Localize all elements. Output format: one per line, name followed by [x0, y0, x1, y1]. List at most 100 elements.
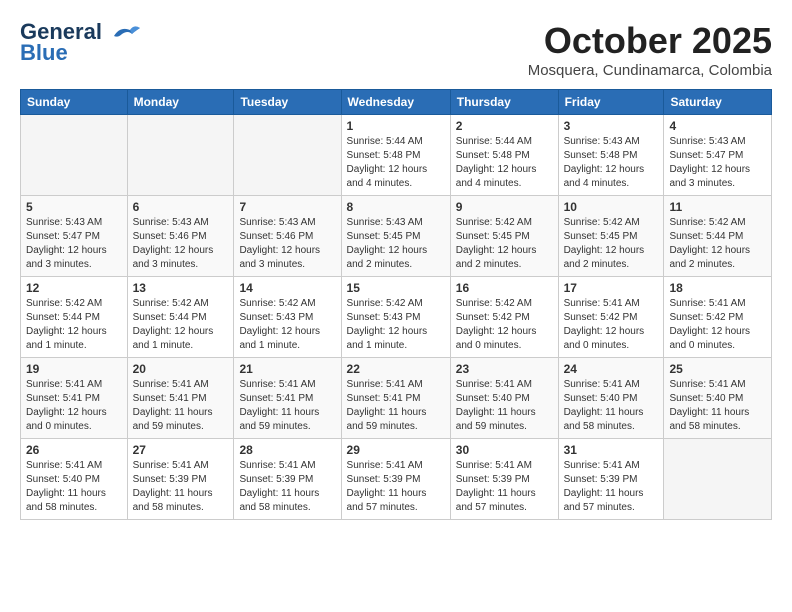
- sunset: Sunset: 5:39 PM: [347, 474, 421, 485]
- calendar-cell: 3 Sunrise: 5:43 AM Sunset: 5:48 PM Dayli…: [558, 115, 664, 196]
- day-number: 21: [239, 362, 335, 376]
- day-info: Sunrise: 5:41 AM Sunset: 5:42 PM Dayligh…: [669, 297, 766, 353]
- day-number: 26: [26, 443, 122, 457]
- day-info: Sunrise: 5:41 AM Sunset: 5:39 PM Dayligh…: [347, 459, 445, 515]
- sunset: Sunset: 5:40 PM: [456, 393, 530, 404]
- day-info: Sunrise: 5:41 AM Sunset: 5:39 PM Dayligh…: [133, 459, 229, 515]
- calendar-cell: 9 Sunrise: 5:42 AM Sunset: 5:45 PM Dayli…: [450, 196, 558, 277]
- logo: General Blue: [20, 20, 142, 66]
- day-info: Sunrise: 5:42 AM Sunset: 5:43 PM Dayligh…: [239, 297, 335, 353]
- sunrise: Sunrise: 5:43 AM: [564, 136, 640, 147]
- day-info: Sunrise: 5:41 AM Sunset: 5:40 PM Dayligh…: [456, 378, 553, 434]
- day-info: Sunrise: 5:41 AM Sunset: 5:41 PM Dayligh…: [26, 378, 122, 434]
- daylight: Daylight: 12 hours and 2 minutes.: [347, 245, 428, 270]
- day-number: 29: [347, 443, 445, 457]
- calendar-week-3: 12 Sunrise: 5:42 AM Sunset: 5:44 PM Dayl…: [21, 277, 772, 358]
- calendar-cell: 15 Sunrise: 5:42 AM Sunset: 5:43 PM Dayl…: [341, 277, 450, 358]
- day-number: 28: [239, 443, 335, 457]
- daylight: Daylight: 11 hours and 57 minutes.: [564, 488, 644, 513]
- day-number: 17: [564, 281, 659, 295]
- day-number: 5: [26, 200, 122, 214]
- day-info: Sunrise: 5:41 AM Sunset: 5:39 PM Dayligh…: [239, 459, 335, 515]
- sunrise: Sunrise: 5:41 AM: [669, 298, 745, 309]
- day-header-friday: Friday: [558, 90, 664, 115]
- sunset: Sunset: 5:46 PM: [239, 231, 313, 242]
- calendar-cell: 11 Sunrise: 5:42 AM Sunset: 5:44 PM Dayl…: [664, 196, 772, 277]
- daylight: Daylight: 11 hours and 58 minutes.: [133, 488, 213, 513]
- sunrise: Sunrise: 5:41 AM: [26, 460, 102, 471]
- sunrise: Sunrise: 5:42 AM: [669, 217, 745, 228]
- calendar-cell: 26 Sunrise: 5:41 AM Sunset: 5:40 PM Dayl…: [21, 439, 128, 520]
- day-number: 8: [347, 200, 445, 214]
- daylight: Daylight: 11 hours and 58 minutes.: [669, 407, 749, 432]
- day-number: 6: [133, 200, 229, 214]
- calendar-cell: 2 Sunrise: 5:44 AM Sunset: 5:48 PM Dayli…: [450, 115, 558, 196]
- day-number: 25: [669, 362, 766, 376]
- sunset: Sunset: 5:43 PM: [239, 312, 313, 323]
- sunset: Sunset: 5:48 PM: [347, 150, 421, 161]
- day-number: 13: [133, 281, 229, 295]
- day-header-sunday: Sunday: [21, 90, 128, 115]
- day-number: 10: [564, 200, 659, 214]
- calendar-cell: 21 Sunrise: 5:41 AM Sunset: 5:41 PM Dayl…: [234, 358, 341, 439]
- day-number: 18: [669, 281, 766, 295]
- day-number: 4: [669, 119, 766, 133]
- sunset: Sunset: 5:46 PM: [133, 231, 207, 242]
- daylight: Daylight: 12 hours and 1 minute.: [133, 326, 214, 351]
- day-info: Sunrise: 5:43 AM Sunset: 5:45 PM Dayligh…: [347, 216, 445, 272]
- daylight: Daylight: 11 hours and 57 minutes.: [456, 488, 536, 513]
- day-info: Sunrise: 5:41 AM Sunset: 5:41 PM Dayligh…: [347, 378, 445, 434]
- day-info: Sunrise: 5:41 AM Sunset: 5:40 PM Dayligh…: [564, 378, 659, 434]
- sunset: Sunset: 5:45 PM: [456, 231, 530, 242]
- sunset: Sunset: 5:40 PM: [669, 393, 743, 404]
- calendar-cell: 17 Sunrise: 5:41 AM Sunset: 5:42 PM Dayl…: [558, 277, 664, 358]
- sunrise: Sunrise: 5:41 AM: [347, 379, 423, 390]
- day-info: Sunrise: 5:42 AM Sunset: 5:43 PM Dayligh…: [347, 297, 445, 353]
- sunset: Sunset: 5:40 PM: [564, 393, 638, 404]
- calendar-cell: 14 Sunrise: 5:42 AM Sunset: 5:43 PM Dayl…: [234, 277, 341, 358]
- day-number: 7: [239, 200, 335, 214]
- sunset: Sunset: 5:41 PM: [239, 393, 313, 404]
- sunset: Sunset: 5:41 PM: [133, 393, 207, 404]
- sunrise: Sunrise: 5:44 AM: [347, 136, 423, 147]
- daylight: Daylight: 12 hours and 0 minutes.: [456, 326, 537, 351]
- daylight: Daylight: 12 hours and 4 minutes.: [456, 164, 537, 189]
- calendar-header-row: SundayMondayTuesdayWednesdayThursdayFrid…: [21, 90, 772, 115]
- sunset: Sunset: 5:43 PM: [347, 312, 421, 323]
- day-info: Sunrise: 5:41 AM Sunset: 5:41 PM Dayligh…: [239, 378, 335, 434]
- day-header-thursday: Thursday: [450, 90, 558, 115]
- sunset: Sunset: 5:40 PM: [26, 474, 100, 485]
- daylight: Daylight: 11 hours and 58 minutes.: [26, 488, 106, 513]
- daylight: Daylight: 11 hours and 59 minutes.: [133, 407, 213, 432]
- sunrise: Sunrise: 5:41 AM: [456, 379, 532, 390]
- daylight: Daylight: 12 hours and 3 minutes.: [133, 245, 214, 270]
- day-header-monday: Monday: [127, 90, 234, 115]
- sunset: Sunset: 5:48 PM: [564, 150, 638, 161]
- daylight: Daylight: 11 hours and 58 minutes.: [564, 407, 644, 432]
- day-info: Sunrise: 5:41 AM Sunset: 5:39 PM Dayligh…: [456, 459, 553, 515]
- calendar-cell: 8 Sunrise: 5:43 AM Sunset: 5:45 PM Dayli…: [341, 196, 450, 277]
- daylight: Daylight: 12 hours and 3 minutes.: [669, 164, 750, 189]
- month-title: October 2025: [528, 20, 772, 62]
- sunset: Sunset: 5:44 PM: [26, 312, 100, 323]
- day-number: 22: [347, 362, 445, 376]
- sunrise: Sunrise: 5:43 AM: [26, 217, 102, 228]
- day-number: 31: [564, 443, 659, 457]
- calendar-cell: [21, 115, 128, 196]
- calendar-cell: [127, 115, 234, 196]
- sunset: Sunset: 5:42 PM: [564, 312, 638, 323]
- calendar-cell: 18 Sunrise: 5:41 AM Sunset: 5:42 PM Dayl…: [664, 277, 772, 358]
- sunset: Sunset: 5:39 PM: [564, 474, 638, 485]
- calendar-cell: 29 Sunrise: 5:41 AM Sunset: 5:39 PM Dayl…: [341, 439, 450, 520]
- sunrise: Sunrise: 5:41 AM: [26, 379, 102, 390]
- sunrise: Sunrise: 5:42 AM: [564, 217, 640, 228]
- sunset: Sunset: 5:47 PM: [26, 231, 100, 242]
- day-info: Sunrise: 5:43 AM Sunset: 5:46 PM Dayligh…: [133, 216, 229, 272]
- day-number: 23: [456, 362, 553, 376]
- daylight: Daylight: 12 hours and 1 minute.: [239, 326, 320, 351]
- sunrise: Sunrise: 5:42 AM: [456, 217, 532, 228]
- daylight: Daylight: 12 hours and 0 minutes.: [669, 326, 750, 351]
- day-info: Sunrise: 5:44 AM Sunset: 5:48 PM Dayligh…: [456, 135, 553, 191]
- day-info: Sunrise: 5:41 AM Sunset: 5:40 PM Dayligh…: [26, 459, 122, 515]
- daylight: Daylight: 12 hours and 3 minutes.: [239, 245, 320, 270]
